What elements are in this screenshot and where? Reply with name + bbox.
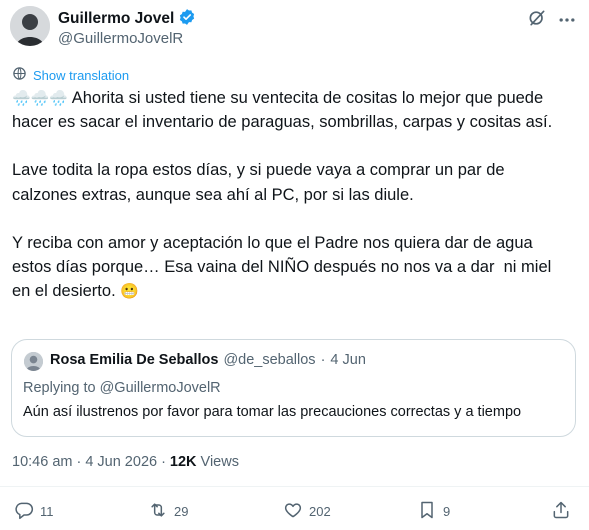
globe-translate-icon bbox=[12, 66, 27, 84]
bookmark-button[interactable]: 9 bbox=[417, 500, 450, 523]
like-button[interactable]: 202 bbox=[283, 500, 331, 523]
reply-icon bbox=[14, 500, 34, 523]
bookmark-count: 9 bbox=[443, 504, 451, 519]
quote-text: Aún así ilustrenos por favor para tomar … bbox=[23, 404, 522, 420]
views-count: 12K bbox=[169, 454, 197, 470]
share-icon bbox=[551, 500, 571, 523]
meta-separator: · bbox=[76, 454, 82, 470]
quoted-tweet-card[interactable]: Rosa Emilia De Seballos @de_seballos · 4… bbox=[11, 339, 576, 437]
bookmark-icon bbox=[417, 500, 437, 523]
share-button[interactable] bbox=[551, 500, 571, 523]
tweet-date[interactable]: 4 Jun 2026 bbox=[85, 454, 157, 470]
tweet-time[interactable]: 10:46 am bbox=[12, 454, 72, 470]
repost-icon bbox=[148, 500, 168, 523]
reply-count: 11 bbox=[40, 504, 54, 519]
author-handle[interactable]: @GuillermoJovelR bbox=[58, 30, 183, 47]
repost-button[interactable]: 29 bbox=[148, 500, 188, 523]
quote-replying-to: Replying to @GuillermoJovelR bbox=[23, 380, 221, 396]
tweet-paragraph-3-text: Y reciba con amor y aceptación lo que el… bbox=[12, 233, 556, 301]
quote-author-name: Rosa Emilia De Seballos bbox=[50, 352, 219, 368]
reply-button[interactable]: 11 bbox=[14, 500, 54, 523]
like-icon bbox=[283, 500, 303, 523]
tweet-meta: 10:46 am · 4 Jun 2026 · 12K Views bbox=[12, 454, 239, 470]
like-count: 202 bbox=[309, 504, 331, 519]
views-label: Views bbox=[200, 454, 239, 470]
quote-separator: · bbox=[320, 352, 326, 368]
quote-header: Rosa Emilia De Seballos @de_seballos · 4… bbox=[50, 352, 366, 368]
repost-count: 29 bbox=[174, 504, 189, 519]
quote-author-handle: @de_seballos bbox=[223, 352, 316, 368]
author-avatar[interactable] bbox=[10, 6, 50, 46]
rain-cloud-emoji: 🌧️🌧️🌧️ bbox=[12, 89, 69, 107]
tweet-text: 🌧️🌧️🌧️ Ahorita si usted tiene su venteci… bbox=[12, 86, 572, 303]
meta-separator-2: · bbox=[161, 454, 166, 470]
grimace-emoji: 😬 bbox=[120, 282, 139, 301]
author-name[interactable]: Guillermo Jovel bbox=[58, 10, 174, 28]
action-bar: 11 29 202 9 bbox=[0, 500, 589, 526]
show-translation-link[interactable]: Show translation bbox=[12, 66, 129, 84]
tweet-paragraph-2: Lave todita la ropa estos días, y si pue… bbox=[12, 161, 510, 204]
tweet-paragraph-1: 🌧️🌧️🌧️ Ahorita si usted tiene su venteci… bbox=[12, 86, 572, 134]
quote-date: 4 Jun bbox=[330, 352, 366, 368]
more-options-icon[interactable] bbox=[557, 10, 577, 30]
grok-icon[interactable] bbox=[527, 8, 547, 28]
quote-author-avatar bbox=[24, 352, 43, 371]
divider bbox=[0, 486, 589, 487]
tweet-paragraph-3: Y reciba con amor y aceptación lo que el… bbox=[12, 231, 572, 304]
tweet-paragraph-1-text: Ahorita si usted tiene su ventecita de c… bbox=[12, 89, 553, 132]
author-name-row: Guillermo Jovel bbox=[58, 8, 196, 31]
show-translation-label: Show translation bbox=[33, 67, 130, 83]
verified-badge-icon bbox=[178, 8, 196, 31]
